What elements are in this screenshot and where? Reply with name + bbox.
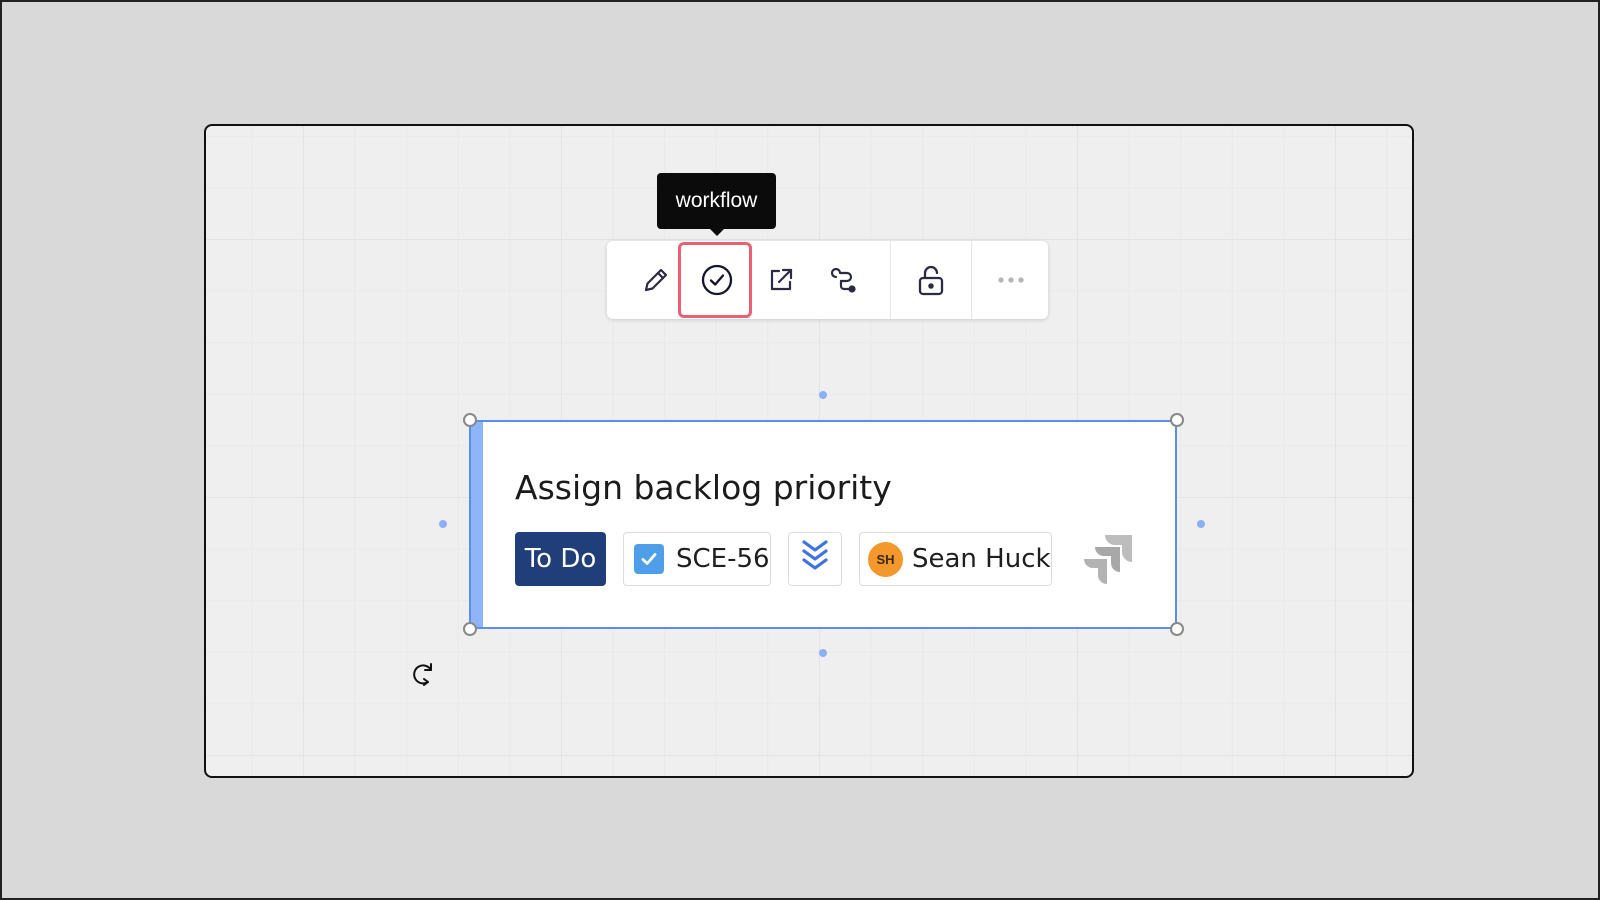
connect-button[interactable] xyxy=(814,241,872,319)
toolbar-divider xyxy=(890,241,891,319)
priority-chip[interactable] xyxy=(788,532,842,586)
unlock-icon xyxy=(916,263,946,297)
assignee-chip[interactable]: SH Sean Huck xyxy=(859,532,1052,586)
check-circle-icon xyxy=(700,263,734,297)
connection-point-right[interactable] xyxy=(1197,520,1205,528)
jira-issue-card[interactable]: Assign backlog priority To Do SCE-56 SH … xyxy=(469,420,1177,629)
rotate-icon[interactable] xyxy=(411,661,437,692)
toolbar-divider xyxy=(971,241,972,319)
more-icon xyxy=(997,276,1025,284)
more-button[interactable] xyxy=(974,241,1048,319)
resize-handle-top-left[interactable] xyxy=(463,413,477,427)
status-label: To Do xyxy=(524,544,597,574)
open-link-button[interactable] xyxy=(752,241,810,319)
connector-icon xyxy=(827,264,859,296)
connection-point-bottom[interactable] xyxy=(819,649,827,657)
resize-handle-bottom-left[interactable] xyxy=(463,622,477,636)
avatar: SH xyxy=(868,541,903,577)
priority-lowest-icon xyxy=(800,538,830,581)
workflow-tooltip: workflow xyxy=(657,173,776,236)
connection-point-top[interactable] xyxy=(819,391,827,399)
card-accent-bar xyxy=(471,422,483,627)
issue-title: Assign backlog priority xyxy=(515,468,892,507)
connection-point-left[interactable] xyxy=(439,520,447,528)
edit-button[interactable] xyxy=(627,241,685,319)
assignee-name: Sean Huck xyxy=(912,544,1051,574)
issue-key-chip[interactable]: SCE-56 xyxy=(623,532,771,586)
external-link-icon xyxy=(766,265,796,295)
resize-handle-bottom-right[interactable] xyxy=(1170,622,1184,636)
jira-logo-icon xyxy=(1079,532,1135,593)
status-badge[interactable]: To Do xyxy=(515,532,606,586)
pencil-icon xyxy=(641,265,671,295)
context-toolbar xyxy=(607,241,1048,319)
task-checkbox-icon xyxy=(634,544,664,574)
workflow-button[interactable] xyxy=(688,241,746,319)
lock-button[interactable] xyxy=(894,241,968,319)
resize-handle-top-right[interactable] xyxy=(1170,413,1184,427)
issue-key: SCE-56 xyxy=(676,544,770,574)
tooltip-text: workflow xyxy=(675,189,758,212)
